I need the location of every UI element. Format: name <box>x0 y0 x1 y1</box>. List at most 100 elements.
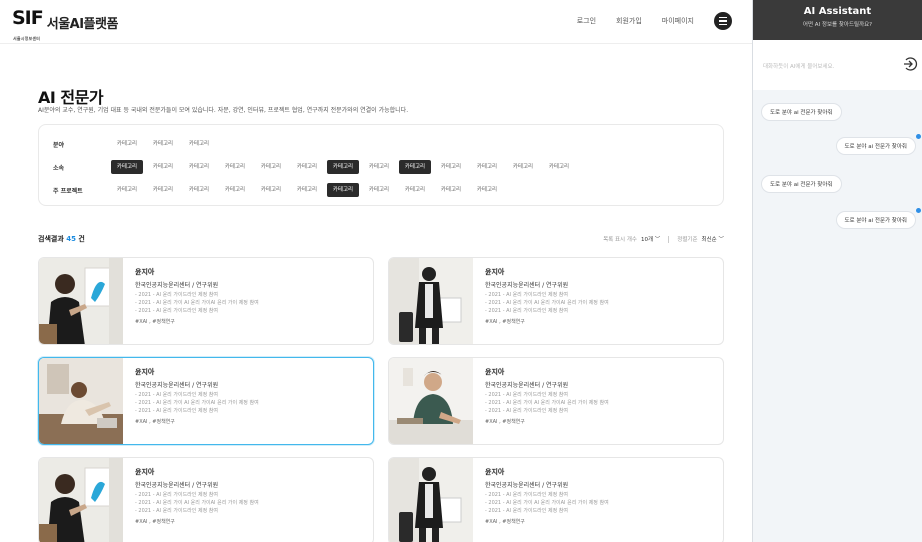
expert-card[interactable]: 윤지아한국인공지능윤리센터 / 연구위원 - 2021 - AI 윤리 가이드라인… <box>388 357 724 445</box>
results-label: 검색결과 <box>38 235 64 243</box>
filter-chip[interactable]: 카테고리 <box>327 160 359 174</box>
filter-chip[interactable]: 카테고리 <box>399 183 431 197</box>
filter-chip[interactable]: 카테고리 <box>543 160 575 174</box>
per-page-select[interactable]: 10개 ﹀ <box>641 235 660 243</box>
expert-org: 한국인공지능윤리센터 / 연구위원 <box>135 482 219 489</box>
results-unit: 건 <box>78 235 85 243</box>
new-message-dot <box>916 208 921 213</box>
per-page-value: 10개 <box>640 237 654 243</box>
site-logo[interactable]: SIF 서울시정보센터 서울AI플랫폼 <box>12 9 119 42</box>
filter-chip[interactable]: 카테고리 <box>147 183 179 197</box>
filter-chip[interactable]: 카테고리 <box>327 183 359 197</box>
history-line: - 2021 - AI 윤리 가이드라인 제정 참여 <box>135 508 218 514</box>
expert-org: 한국인공지능윤리센터 / 연구위원 <box>485 382 569 389</box>
filter-chip[interactable]: 카테고리 <box>147 137 179 151</box>
history-line: - 2021 - AI 윤리 가이드라인 제정 참여 <box>135 308 218 314</box>
history-line: - 2021 - AI 윤리 가이드라인 제정 참여 <box>135 408 218 414</box>
filter-chip[interactable]: 카테고리 <box>183 137 215 151</box>
filter-chip[interactable]: 카테고리 <box>435 160 467 174</box>
chat-bubble-assistant: 도로 분야 ai 전문가 찾아줘 <box>835 211 916 229</box>
filter-chip[interactable]: 카테고리 <box>111 183 143 197</box>
chat-bubble-user: 도로 분야 ai 전문가 찾아줘 <box>761 175 842 193</box>
chat-bubble-user: 도로 분야 ai 전문가 찾아줘 <box>761 103 842 121</box>
filter-chip[interactable]: 카테고리 <box>183 160 215 174</box>
expert-photo <box>389 458 473 542</box>
main-content: AI 전문가 AI분야의 교수, 연구원, 기업 대표 등 국내외 전문가들이 … <box>0 44 752 542</box>
filter-chip[interactable]: 카테고리 <box>291 183 323 197</box>
expert-name: 윤지아 <box>135 368 155 376</box>
expert-name: 윤지아 <box>485 368 505 376</box>
history-line: - 2021 - AI 윤리 가이 AI 윤리 가이AI 윤리 가이 제정 참여 <box>485 500 609 506</box>
filter-chip[interactable]: 카테고리 <box>363 183 395 197</box>
chevron-down-icon: ﹀ <box>654 237 661 243</box>
chip-group: 카테고리 카테고리 카테고리 카테고리 카테고리 카테고리 카테고리 카테고리 카테고리 카테고리… <box>111 160 575 174</box>
history-line: - 2021 - AI 윤리 가이드라인 제정 참여 <box>485 392 568 398</box>
signup-link[interactable]: 회원가입 <box>616 16 642 26</box>
expert-history: - 2021 - AI 윤리 가이드라인 제정 참여 - 2021 - AI 윤리… <box>485 291 715 315</box>
history-line: - 2021 - AI 윤리 가이드라인 제정 참여 <box>135 492 218 498</box>
expert-history: - 2021 - AI 윤리 가이드라인 제정 참여 - 2021 - AI 윤리… <box>135 291 365 315</box>
results-controls: 목록 표시 개수 10개 ﹀ 정렬기준 최신순 ﹀ <box>603 235 724 243</box>
filter-chip[interactable]: 카테고리 <box>255 183 287 197</box>
expert-name: 윤지아 <box>485 268 505 276</box>
expert-name: 윤지아 <box>485 468 505 476</box>
history-line: - 2021 - AI 윤리 가이 AI 윤리 가이AI 윤리 가이 제정 참여 <box>135 300 259 306</box>
expert-history: - 2021 - AI 윤리 가이드라인 제정 참여 - 2021 - AI 윤리… <box>485 491 715 515</box>
sort-value: 최신순 <box>701 237 717 243</box>
filter-chip[interactable]: 카테고리 <box>219 160 251 174</box>
filter-chip[interactable]: 카테고리 <box>435 183 467 197</box>
assistant-input-area: 대화하듯이 AI에게 물어보세요. <box>753 40 922 90</box>
login-link[interactable]: 로그인 <box>577 16 596 26</box>
expert-org: 한국인공지능윤리센터 / 연구위원 <box>485 282 569 289</box>
filter-label: 분야 <box>53 141 65 149</box>
expert-info: 윤지아 한국인공지능윤리센터 / 연구위원 - 2021 - AI 윤리 가이드라인… <box>135 367 365 425</box>
expert-tags: #XAI , #정책연구 <box>485 519 525 525</box>
filter-chip[interactable]: 카테고리 <box>255 160 287 174</box>
assistant-header: AI Assistant 어떤 AI 정보를 찾아드릴까요? <box>753 0 922 40</box>
history-line: - 2021 - AI 윤리 가이드라인 제정 참여 <box>485 308 568 314</box>
filter-row-field: 분야 카테고리 카테고리 카테고리 <box>53 137 215 151</box>
hamburger-icon[interactable] <box>714 12 732 30</box>
filter-chip[interactable]: 카테고리 <box>111 160 143 174</box>
expert-name: 윤지아 <box>135 468 155 476</box>
assistant-input[interactable]: 대화하듯이 AI에게 물어보세요. <box>763 62 834 70</box>
filter-chip[interactable]: 카테고리 <box>147 160 179 174</box>
filter-chip[interactable]: 카테고리 <box>399 160 431 174</box>
filter-chip[interactable]: 카테고리 <box>291 160 323 174</box>
history-line: - 2021 - AI 윤리 가이드라인 제정 참여 <box>485 492 568 498</box>
top-nav: 로그인 회원가입 마이페이지 <box>577 12 732 30</box>
filter-chip[interactable]: 카테고리 <box>471 160 503 174</box>
expert-history: - 2021 - AI 윤리 가이드라인 제정 참여 - 2021 - AI 윤리… <box>135 391 365 415</box>
filter-chip[interactable]: 카테고리 <box>219 183 251 197</box>
expert-card[interactable]: 윤지아한국인공지능윤리센터 / 연구위원 - 2021 - AI 윤리 가이드라인… <box>388 457 724 542</box>
logo-text: 서울AI플랫폼 <box>46 17 119 32</box>
filter-row-project: 주 프로젝트 카테고리 카테고리 카테고리 카테고리 카테고리 카테고리 카테고리 카테고리 카… <box>53 183 503 197</box>
history-line: - 2021 - AI 윤리 가이드라인 제정 참여 <box>485 408 568 414</box>
filter-chip[interactable]: 카테고리 <box>111 137 143 151</box>
expert-card[interactable]: 윤지아 한국인공지능윤리센터 / 연구위원 - 2021 - AI 윤리 가이드라인… <box>38 257 374 345</box>
new-message-dot <box>916 134 921 139</box>
expert-photo <box>39 258 123 344</box>
send-icon[interactable] <box>903 56 919 72</box>
results-bar: 검색결과 45 건 목록 표시 개수 10개 ﹀ 정렬기준 최신순 ﹀ <box>38 234 724 246</box>
filter-chip[interactable]: 카테고리 <box>507 160 539 174</box>
expert-info: 윤지아한국인공지능윤리센터 / 연구위원 - 2021 - AI 윤리 가이드라인… <box>485 467 715 525</box>
expert-tags: #XAI , #정책연구 <box>135 319 175 325</box>
history-line: - 2021 - AI 윤리 가이 AI 윤리 가이AI 윤리 가이 제정 참여 <box>135 500 259 506</box>
expert-card[interactable]: 윤지아한국인공지능윤리센터 / 연구위원 - 2021 - AI 윤리 가이드라인… <box>38 457 374 542</box>
expert-info: 윤지아한국인공지능윤리센터 / 연구위원 - 2021 - AI 윤리 가이드라인… <box>485 267 715 325</box>
history-line: - 2021 - AI 윤리 가이 AI 윤리 가이AI 윤리 가이 제정 참여 <box>485 300 609 306</box>
chat-bubble-assistant: 도로 분야 ai 전문가 찾아줘 <box>835 137 916 155</box>
mypage-link[interactable]: 마이페이지 <box>662 16 694 26</box>
expert-tags: #XAI , #정책연구 <box>135 519 175 525</box>
filter-panel: 분야 카테고리 카테고리 카테고리 소속 카테고리 카테고리 카테고리 카테고리 카테고리 카… <box>38 124 724 206</box>
site-header: SIF 서울시정보센터 서울AI플랫폼 로그인 회원가입 마이페이지 <box>0 0 752 44</box>
expert-org: 한국인공지능윤리센터 / 연구위원 <box>485 482 569 489</box>
expert-card[interactable]: 윤지아한국인공지능윤리센터 / 연구위원 - 2021 - AI 윤리 가이드라인… <box>388 257 724 345</box>
filter-chip[interactable]: 카테고리 <box>471 183 503 197</box>
filter-chip[interactable]: 카테고리 <box>183 183 215 197</box>
expert-card[interactable]: 윤지아 한국인공지능윤리센터 / 연구위원 - 2021 - AI 윤리 가이드라인… <box>38 357 374 445</box>
sort-select[interactable]: 최신순 ﹀ <box>702 235 724 243</box>
chevron-down-icon: ﹀ <box>718 237 724 243</box>
filter-chip[interactable]: 카테고리 <box>363 160 395 174</box>
